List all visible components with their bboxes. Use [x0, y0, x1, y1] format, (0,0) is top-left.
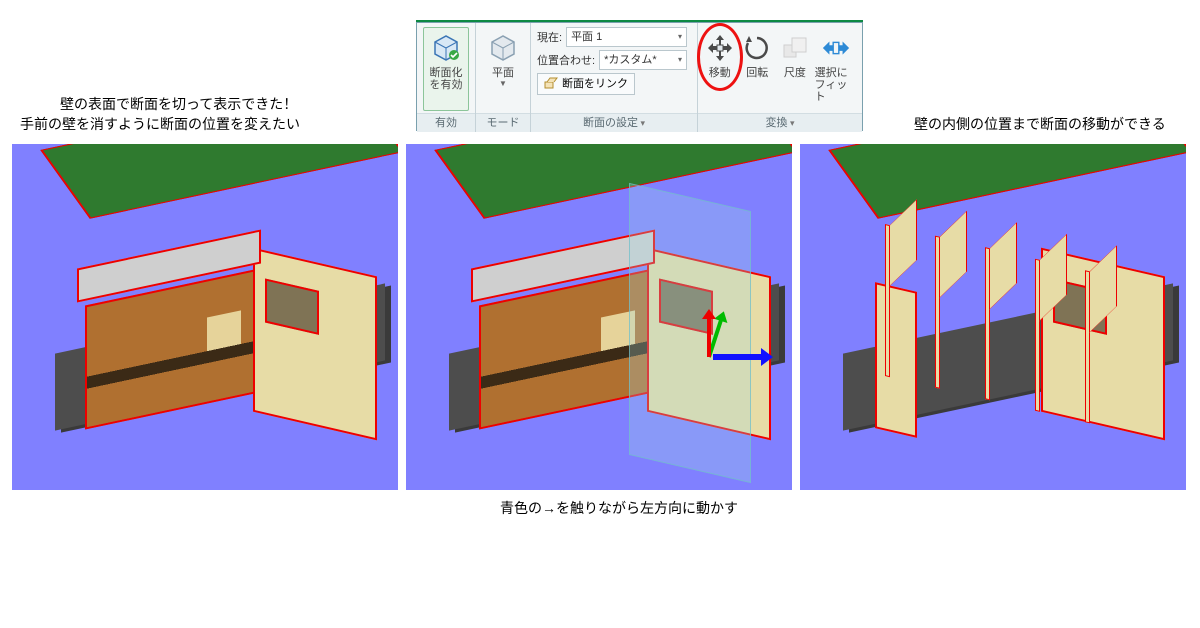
- rotate-icon: [742, 29, 772, 67]
- chevron-down-icon: ▾: [678, 28, 682, 46]
- viewport-middle[interactable]: [406, 144, 792, 490]
- roof-top: [40, 144, 398, 219]
- current-plane-dropdown[interactable]: 平面 1 ▾: [566, 27, 687, 47]
- caption-mid-below: 青色の→を触りながら左方向に動かす: [500, 498, 738, 519]
- sectioning-enable-button[interactable]: 断面化 を有効: [423, 27, 469, 111]
- ribbon-group-settings: 現在: 平面 1 ▾ 位置合わせ: *カスタム* ▾: [531, 23, 698, 132]
- current-plane-label: 現在:: [537, 29, 562, 45]
- scale-label: 尺度: [784, 67, 806, 79]
- section-plane[interactable]: [629, 183, 751, 483]
- chevron-down-icon: ▼: [499, 79, 507, 88]
- move-arrows-icon: [705, 29, 735, 67]
- sectioning-enable-label: 断面化 を有効: [430, 67, 463, 91]
- link-icon: [544, 77, 558, 91]
- ribbon-group-label-settings[interactable]: 断面の設定: [531, 113, 697, 132]
- fit-selection-icon: [821, 29, 851, 67]
- ribbon-body: 断面化 を有効 有効 平面 ▼: [417, 23, 862, 132]
- viewport-right[interactable]: [800, 144, 1186, 490]
- ribbon-group-enable: 断面化 を有効 有効: [417, 23, 476, 132]
- fit-selection-label: 選択に フィット: [815, 67, 858, 103]
- chevron-down-icon: ▾: [678, 51, 682, 69]
- ribbon-accent: [416, 20, 863, 22]
- ribbon-group-label-mode: モード: [476, 113, 530, 132]
- ribbon: 断面化 を有効 有効 平面 ▼: [416, 22, 863, 131]
- move-button[interactable]: 移動: [702, 27, 738, 79]
- fit-selection-button[interactable]: 選択に フィット: [815, 27, 858, 103]
- side-wall: [253, 248, 377, 441]
- roof-top: [828, 144, 1186, 219]
- door: [207, 310, 241, 387]
- ribbon-group-transform: 移動 回転: [698, 23, 862, 132]
- scale-button: 尺度: [777, 27, 813, 79]
- cut-wall-left: [875, 282, 917, 438]
- move-label: 移動: [709, 67, 731, 79]
- alignment-label: 位置合わせ:: [537, 52, 595, 68]
- link-section-button[interactable]: 断面をリンク: [537, 73, 635, 95]
- alignment-value: *カスタム*: [604, 51, 657, 69]
- caption-right: 壁の内側の位置まで断面の移動ができる: [914, 114, 1166, 135]
- rotate-button[interactable]: 回転: [740, 27, 776, 79]
- section-cube-icon: [429, 30, 463, 64]
- scale-icon: [780, 29, 810, 67]
- ribbon-group-label-transform[interactable]: 変換: [698, 113, 862, 132]
- plane-mode-label: 平面: [492, 67, 514, 79]
- caption-left-top: 壁の表面で断面を切って表示できた！: [60, 94, 297, 115]
- rotate-label: 回転: [746, 67, 768, 79]
- viewport-left[interactable]: [12, 144, 398, 490]
- link-section-label: 断面をリンク: [562, 74, 628, 94]
- current-plane-row: 現在: 平面 1 ▾: [537, 27, 687, 47]
- ribbon-group-label-enable: 有効: [417, 113, 475, 132]
- ribbon-group-mode: 平面 ▼ モード: [476, 23, 531, 132]
- alignment-dropdown[interactable]: *カスタム* ▾: [599, 50, 687, 70]
- current-plane-value: 平面 1: [571, 28, 602, 46]
- plane-cube-icon: [486, 30, 520, 64]
- caption-left-bottom: 手前の壁を消すように断面の位置を変えたい: [20, 114, 300, 135]
- window: [265, 278, 319, 334]
- plane-mode-button[interactable]: 平面 ▼: [482, 27, 524, 111]
- alignment-row: 位置合わせ: *カスタム* ▾: [537, 50, 687, 70]
